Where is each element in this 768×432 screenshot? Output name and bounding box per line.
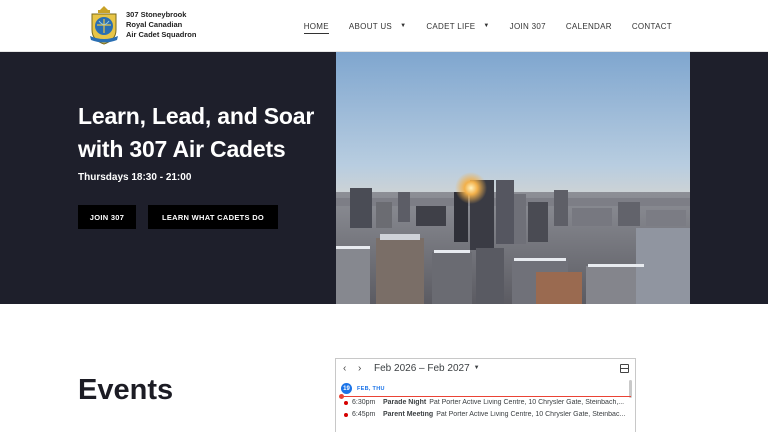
learn-what-cadets-do-button[interactable]: LEARN WHAT CADETS DO <box>148 205 278 229</box>
nav-item-cadet-life[interactable]: CADET LIFE ▼ <box>416 0 499 52</box>
day-label: FEB, THU <box>357 385 385 392</box>
site-logo[interactable]: 307 Stoneybrook Royal Canadian Air Cadet… <box>86 4 196 46</box>
nav-item-label: JOIN 307 <box>509 21 546 31</box>
hero-text: Learn, Lead, and Soar with 307 Air Cadet… <box>78 100 328 183</box>
hero-title-line: Learn, Lead, and Soar <box>78 103 315 129</box>
embedded-calendar: ‹ › Feb 2026 – Feb 2027 ▼ 19 FEB, THU 6:3… <box>335 358 636 432</box>
calendar-day-header: 19 FEB, THU <box>341 383 385 394</box>
hero-subtitle: Thursdays 18:30 - 21:00 <box>78 172 192 183</box>
nav-item-about-us[interactable]: ABOUT US ▼ <box>339 0 416 52</box>
main-nav: HOME ABOUT US ▼ CADET LIFE ▼ JOIN 307 CA… <box>294 0 682 52</box>
calendar-event-item[interactable]: 6:45pm Parent Meeting Pat Porter Active … <box>344 411 626 418</box>
hero-title-line: with 307 Air Cadets <box>78 136 286 162</box>
calendar-date-range[interactable]: Feb 2026 – Feb 2027 ▼ <box>374 363 480 374</box>
day-number-badge: 19 <box>341 383 352 394</box>
hero-buttons: JOIN 307 LEARN WHAT CADETS DO <box>78 205 278 229</box>
hero-title: Learn, Lead, and Soar with 307 Air Cadet… <box>78 100 328 166</box>
org-name: 307 Stoneybrook Royal Canadian Air Cadet… <box>126 10 196 40</box>
event-time: 6:30pm <box>352 399 376 406</box>
nav-item-label: CADET LIFE <box>426 21 476 31</box>
nav-item-label: CONTACT <box>631 21 672 31</box>
nav-item-calendar[interactable]: CALENDAR <box>556 0 622 52</box>
city-skyline-photo <box>336 52 690 304</box>
event-title: Parent Meeting <box>383 411 434 418</box>
event-time: 6:45pm <box>352 411 376 418</box>
agenda-view-icon[interactable] <box>620 364 629 373</box>
squadron-crest-icon <box>90 6 118 45</box>
calendar-range-label: Feb 2026 – Feb 2027 <box>374 363 470 374</box>
join-307-button[interactable]: JOIN 307 <box>78 205 136 229</box>
caret-down-icon: ▼ <box>473 365 480 371</box>
event-location: Pat Porter Active Living Centre, 10 Chry… <box>436 411 626 418</box>
calendar-event-item[interactable]: 6:30pm Parade Night Pat Porter Active Li… <box>344 399 626 406</box>
org-name-line: Air Cadet Squadron <box>126 30 197 39</box>
nav-item-home[interactable]: HOME <box>294 0 339 52</box>
nav-item-label: ABOUT US <box>348 21 393 31</box>
site-header: 307 Stoneybrook Royal Canadian Air Cadet… <box>0 0 768 52</box>
nav-item-label: HOME <box>303 22 329 34</box>
event-location: Pat Porter Active Living Centre, 10 Chry… <box>429 399 625 406</box>
event-title: Parade Night <box>383 399 427 406</box>
calendar-toolbar: ‹ › Feb 2026 – Feb 2027 ▼ <box>336 359 635 379</box>
city-skyline-image <box>336 52 690 304</box>
current-time-line <box>340 396 631 397</box>
event-dot-icon <box>344 400 348 405</box>
hero-section: Learn, Lead, and Soar with 307 Air Cadet… <box>0 52 768 304</box>
org-name-line: 307 Stoneybrook <box>126 10 187 19</box>
events-heading: Events <box>78 374 174 406</box>
nav-item-label: CALENDAR <box>565 21 612 31</box>
org-name-line: Royal Canadian <box>126 20 183 29</box>
caret-down-icon: ▼ <box>483 23 490 29</box>
caret-down-icon: ▼ <box>400 23 407 29</box>
chevron-right-icon[interactable]: › <box>358 363 361 374</box>
chevron-left-icon[interactable]: ‹ <box>343 363 346 374</box>
event-dot-icon <box>344 412 348 417</box>
nav-item-join[interactable]: JOIN 307 <box>500 0 556 52</box>
nav-item-contact[interactable]: CONTACT <box>622 0 682 52</box>
